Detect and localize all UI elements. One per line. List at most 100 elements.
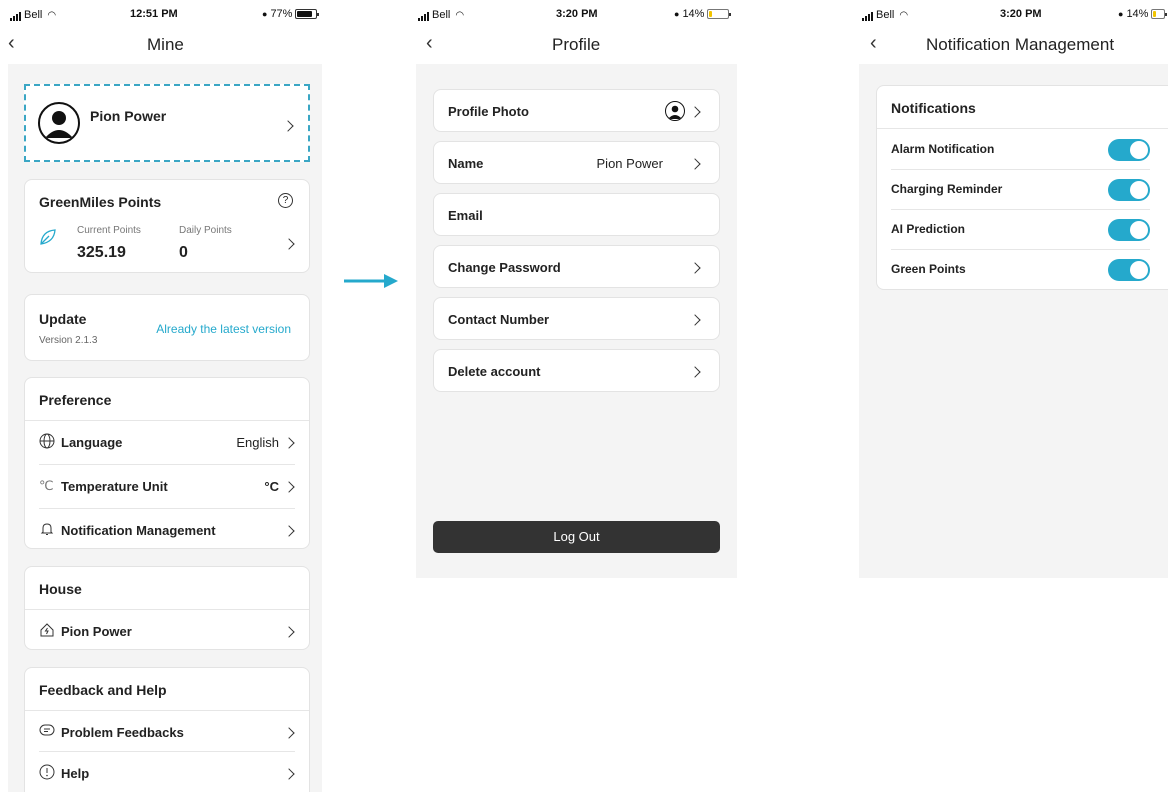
status-bar: Bell ◠ 3:20 PM ● 14% (862, 0, 1168, 28)
language-value: English (236, 435, 279, 450)
charging-reminder-toggle[interactable] (1108, 179, 1150, 201)
chevron-right-icon (284, 122, 292, 130)
status-bar: Bell ◠ 3:20 PM ● 14% (418, 0, 738, 28)
status-bar: Bell ◠ 12:51 PM ● 77% (10, 0, 325, 28)
alarm-notification-label: Alarm Notification (891, 142, 995, 156)
alarm-notification-toggle[interactable] (1108, 139, 1150, 161)
wifi-icon: ◠ (455, 10, 465, 21)
ai-prediction-label: AI Prediction (891, 222, 966, 236)
feedback-title: Feedback and Help (39, 682, 167, 698)
daily-points-label: Daily Points (179, 225, 232, 236)
problem-feedbacks-label: Problem Feedbacks (61, 725, 184, 740)
battery-percent: 14% (1126, 8, 1149, 20)
carrier-label: Bell (876, 9, 895, 21)
notifications-section-title: Notifications (891, 100, 976, 116)
contact-number-row[interactable]: Contact Number (433, 297, 720, 340)
chevron-right-icon (285, 439, 293, 447)
update-title: Update (39, 311, 87, 327)
battery-icon (295, 9, 320, 19)
chevron-right-icon (691, 316, 699, 324)
problem-feedbacks-row[interactable]: Problem Feedbacks (25, 710, 309, 754)
charging-reminder-row: Charging Reminder (877, 169, 1168, 210)
user-avatar-icon (38, 102, 80, 144)
leaf-icon (39, 228, 57, 251)
delete-account-row[interactable]: Delete account (433, 349, 720, 392)
screen-mine: Bell ◠ 12:51 PM ● 77% ‹ Mine Pion Power Gr… (0, 0, 330, 792)
update-status: Already the latest version (156, 322, 291, 336)
page-title: Notification Management (926, 35, 1115, 54)
help-label: Help (61, 766, 90, 781)
page-title: Mine (147, 35, 184, 54)
wifi-icon: ◠ (47, 10, 57, 21)
profile-photo-label: Profile Photo (448, 104, 529, 119)
info-circle-icon (39, 764, 55, 780)
update-card[interactable]: Update Version 2.1.3 Already the latest … (24, 294, 310, 361)
carrier-label: Bell (432, 9, 451, 21)
flow-arrow-icon (344, 272, 400, 295)
green-points-label: Green Points (891, 262, 966, 276)
language-row[interactable]: Language English (25, 420, 309, 464)
page-title: Profile (552, 35, 601, 54)
battery-icon (707, 9, 732, 19)
status-time: 12:51 PM (130, 8, 178, 20)
ai-prediction-row: AI Prediction (877, 209, 1168, 250)
points-card[interactable]: GreenMiles Points ? Current Points 325.1… (24, 179, 310, 273)
profile-card[interactable]: Pion Power (24, 84, 310, 162)
battery-icon (1151, 9, 1168, 19)
thermometer-icon: ℃ (39, 478, 54, 493)
chevron-right-icon (285, 628, 293, 636)
charging-reminder-label: Charging Reminder (891, 182, 1003, 196)
back-button[interactable]: ‹ (870, 32, 877, 55)
user-avatar-icon (665, 101, 685, 121)
change-password-row[interactable]: Change Password (433, 245, 720, 288)
house-title: House (39, 581, 82, 597)
current-points-value: 325.19 (77, 244, 126, 261)
daily-points-value: 0 (179, 244, 188, 261)
help-row[interactable]: Help (39, 751, 295, 792)
temperature-value: °C (264, 479, 279, 494)
alarm-icon: ● (1118, 9, 1124, 19)
chat-icon (39, 723, 55, 739)
temperature-row[interactable]: ℃ Temperature Unit °C (39, 464, 295, 508)
version-label: Version 2.1.3 (39, 335, 98, 346)
status-time: 3:20 PM (1000, 8, 1042, 20)
chevron-right-icon (691, 368, 699, 376)
green-points-row: Green Points (877, 249, 1168, 290)
profile-photo-row[interactable]: Profile Photo (433, 89, 720, 132)
notification-management-row[interactable]: Notification Management (39, 508, 295, 552)
battery-percent: 77% (270, 8, 293, 20)
chevron-right-icon (285, 527, 293, 535)
status-time: 3:20 PM (556, 8, 598, 20)
notifications-card: Notifications Alarm Notification Chargin… (876, 85, 1168, 290)
ai-prediction-toggle[interactable] (1108, 219, 1150, 241)
chevron-right-icon (285, 729, 293, 737)
contact-number-label: Contact Number (448, 312, 550, 327)
chevron-right-icon (691, 108, 699, 116)
alarm-icon: ● (674, 9, 680, 19)
back-button[interactable]: ‹ (426, 32, 433, 55)
chevron-right-icon (285, 770, 293, 778)
preference-card: Preference Language English ℃ Temperatur… (24, 377, 310, 549)
name-value: Pion Power (596, 156, 663, 171)
back-button[interactable]: ‹ (8, 32, 15, 55)
logout-button[interactable]: Log Out (433, 521, 720, 553)
chevron-right-icon (691, 264, 699, 272)
preference-title: Preference (39, 392, 112, 408)
email-row[interactable]: Email (433, 193, 720, 236)
signal-icon (10, 12, 21, 21)
name-row[interactable]: Name Pion Power (433, 141, 720, 184)
battery-percent: 14% (682, 8, 705, 20)
house-item-row[interactable]: Pion Power (25, 609, 309, 653)
house-card: House Pion Power (24, 566, 310, 650)
question-circle-icon[interactable]: ? (278, 193, 293, 208)
temperature-label: Temperature Unit (61, 479, 168, 494)
globe-icon (39, 433, 55, 449)
wifi-icon: ◠ (899, 10, 909, 21)
alarm-icon: ● (262, 9, 268, 19)
signal-icon (862, 12, 873, 21)
language-label: Language (61, 435, 123, 450)
house-icon (39, 622, 55, 638)
green-points-toggle[interactable] (1108, 259, 1150, 281)
profile-name: Pion Power (90, 108, 167, 124)
chevron-right-icon (285, 240, 293, 248)
